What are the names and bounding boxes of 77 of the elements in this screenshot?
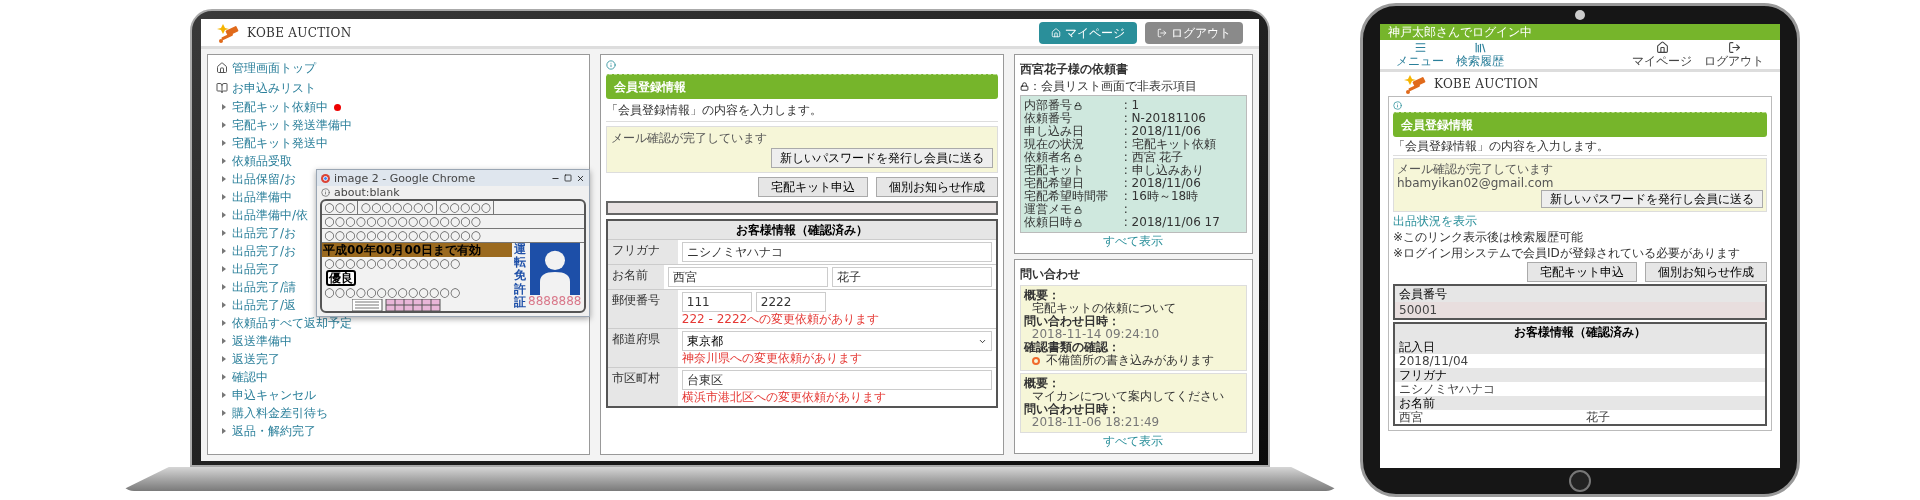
list-heading: お申込みリスト bbox=[232, 80, 316, 97]
card-text: ○○○○○○○ bbox=[358, 201, 437, 214]
detail-value: : 1 bbox=[1123, 99, 1140, 112]
detail-value: : 16時～18時 bbox=[1123, 190, 1199, 203]
card-text: ○○○○○○○○○○○○○ bbox=[323, 257, 462, 270]
row-label: 市区町村 bbox=[610, 370, 661, 387]
section-title: 会員登録情報 bbox=[605, 74, 998, 99]
row-label: お名前 bbox=[610, 267, 649, 284]
login-status-bar: 神戸太郎さんでログイン中 bbox=[1380, 24, 1780, 40]
logo-text: KOBE AUCTION bbox=[1434, 76, 1539, 93]
license-number: 8888888 bbox=[528, 295, 582, 308]
change-note: 神奈川県への変更依頼があります bbox=[681, 352, 863, 365]
legend-text: ：会員リスト画面で非表示項目 bbox=[1028, 80, 1197, 93]
detail-value: : N-20181106 bbox=[1123, 112, 1206, 125]
notice-text: メール確認が完了しています bbox=[610, 131, 768, 145]
detail-label: 内部番号 bbox=[1023, 99, 1072, 112]
detail-label: 運営メモ bbox=[1023, 203, 1072, 216]
row-label: 記入日 bbox=[1398, 340, 1436, 354]
note-text: ※このリンク表示後は検索履歴可能 bbox=[1393, 230, 1585, 244]
notice-text: メール確認が完了しています bbox=[1397, 162, 1554, 176]
detail-label: 宅配希望時間帯 bbox=[1023, 190, 1108, 203]
detail-label: 現在の状況 bbox=[1023, 138, 1084, 151]
field-label: 会員番号 bbox=[1398, 286, 1448, 302]
inquiry-text: 概要： bbox=[1023, 377, 1060, 390]
note-text: ※ログイン用システムで会員IDが登録されている必要があります bbox=[1393, 246, 1741, 260]
row-label: お名前 bbox=[1398, 396, 1436, 410]
row-label: フリガナ bbox=[610, 242, 661, 259]
inquiry-text: 問い合わせ日時： bbox=[1023, 403, 1120, 416]
detail-label: 依頼者名 bbox=[1023, 151, 1072, 164]
field-value: 50001 bbox=[1395, 302, 1765, 318]
inquiry-text: 宅配キットの依頼について bbox=[1031, 302, 1176, 315]
detail-value: : bbox=[1123, 203, 1128, 216]
validity-text: 平成00年00月00日まで有効 bbox=[322, 243, 512, 257]
row-label: フリガナ bbox=[1398, 368, 1448, 382]
change-note: 横浜市港北区への変更依頼があります bbox=[681, 391, 887, 404]
detail-label: 依頼番号 bbox=[1023, 112, 1072, 125]
table-title: お客様情報（確認済み） bbox=[1513, 324, 1647, 340]
inquiry-text: 2018-11-14 09:24:10 bbox=[1030, 328, 1160, 341]
inquiry-text: 問い合わせ日時： bbox=[1023, 315, 1120, 328]
detail-label: 宅配希望日 bbox=[1023, 177, 1084, 190]
license-title: 運転免許証 bbox=[514, 243, 526, 311]
row-label: 郵便番号 bbox=[610, 292, 661, 309]
change-note: 222 - 2222への変更依頼があります bbox=[681, 313, 881, 326]
window-title: image 2 - Google Chrome bbox=[334, 171, 477, 185]
field-value: ニシノミヤハナコ bbox=[1398, 382, 1496, 396]
inquiry-text: マイカンについて案内してください bbox=[1030, 390, 1224, 403]
intro-text: 「会員登録情報」の内容を入力します。 bbox=[605, 103, 823, 117]
inquiry-text: 2018-11-06 18:21:49 bbox=[1030, 416, 1160, 429]
detail-value: : 宅配キット依頼 bbox=[1123, 138, 1216, 151]
row-label: 都道府県 bbox=[610, 331, 661, 348]
inquiry-text: 確認書類の確認： bbox=[1023, 341, 1120, 354]
detail-value: : 西宮 花子 bbox=[1123, 151, 1184, 164]
detail-value: : 2018/11/06 17 bbox=[1123, 216, 1220, 229]
card-text: ○○○○○○○○○○○○○ bbox=[323, 286, 462, 299]
detail-value: : 2018/11/06 bbox=[1123, 177, 1201, 190]
table-title: お客様情報（確認済み） bbox=[734, 222, 869, 239]
detail-label: 申し込み日 bbox=[1023, 125, 1084, 138]
card-title: 西宮花子様の依頼書 bbox=[1019, 61, 1129, 78]
field-value: 西宮 bbox=[1398, 410, 1424, 424]
detail-value: : 2018/11/06 bbox=[1123, 125, 1201, 138]
logo-text: KOBE AUCTION bbox=[247, 24, 352, 42]
intro-text: 「会員登録情報」の内容を入力します。 bbox=[1393, 139, 1610, 153]
detail-value: : 申し込みあり bbox=[1123, 164, 1204, 177]
inquiry-text: 不備箇所の書き込みがあります bbox=[1044, 354, 1214, 367]
field-value: 2018/11/04 bbox=[1398, 354, 1470, 368]
inquiry-text: 概要： bbox=[1023, 289, 1060, 302]
detail-label: 宅配キット bbox=[1023, 164, 1084, 177]
grade-label: 優良 bbox=[326, 270, 356, 286]
card-text: ○○○ bbox=[322, 201, 359, 214]
field-value: 花子 bbox=[1585, 410, 1611, 424]
email-text: hbamyikan02@gmail.com bbox=[1397, 176, 1555, 190]
detail-label: 依頼日時 bbox=[1023, 216, 1072, 229]
address-text: about:blank bbox=[334, 186, 400, 199]
card-text: ○○○○○○○○○○○○○○○ bbox=[322, 215, 584, 229]
card-text: ○○○○○ bbox=[436, 201, 495, 214]
card-title: 問い合わせ bbox=[1019, 266, 1081, 283]
section-title: 会員登録情報 bbox=[1393, 112, 1767, 137]
